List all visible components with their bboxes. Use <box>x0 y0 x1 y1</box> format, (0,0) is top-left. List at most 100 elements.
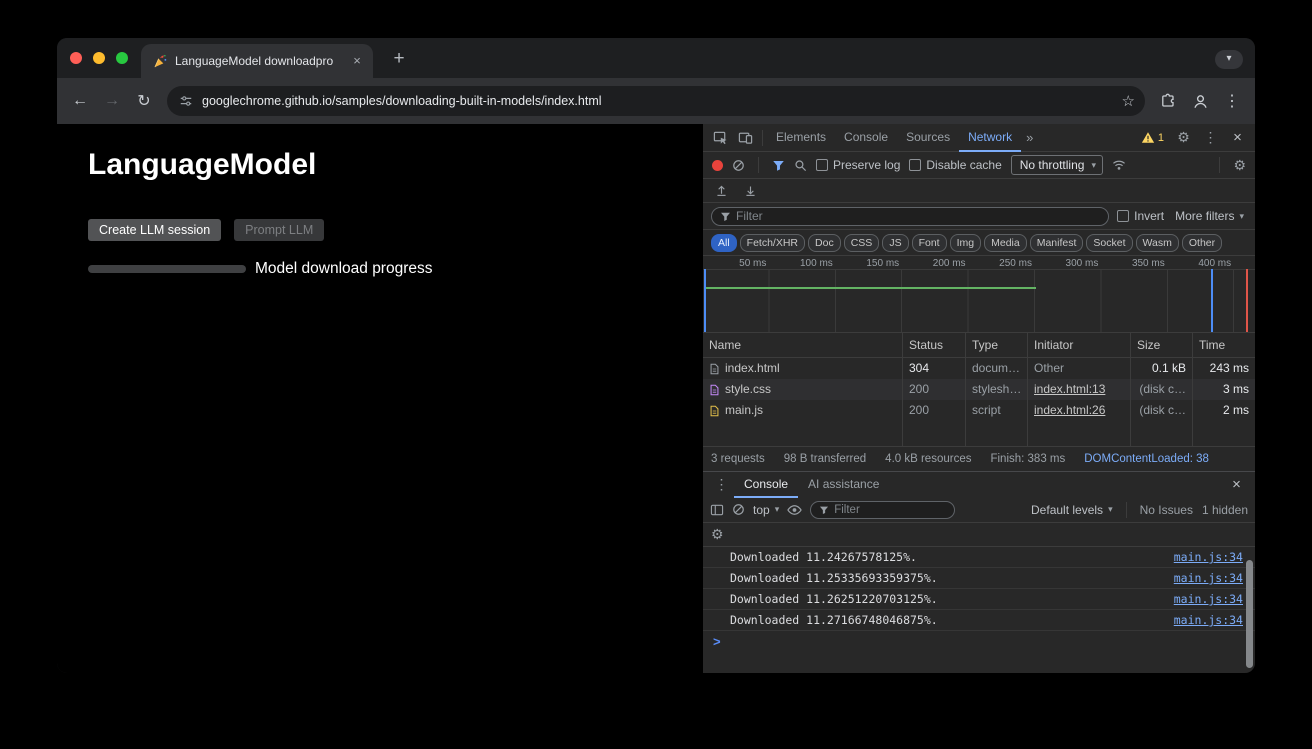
column-name[interactable]: Name <box>703 333 903 357</box>
drawer-tab-ai-assistance[interactable]: AI assistance <box>798 472 889 498</box>
issues-counter[interactable]: No Issues <box>1140 503 1193 517</box>
source-link[interactable]: main.js:34 <box>1174 547 1243 567</box>
tab-search-chevron-icon[interactable]: ▾ <box>1215 50 1243 69</box>
console-sidebar-icon[interactable] <box>710 504 724 516</box>
new-tab-button[interactable]: + <box>387 47 411 71</box>
browser-menu-kebab-icon[interactable]: ⋮ <box>1217 86 1247 116</box>
chip-socket[interactable]: Socket <box>1086 234 1132 252</box>
filter-funnel-icon[interactable] <box>772 159 785 172</box>
network-filter-input[interactable] <box>736 209 1100 223</box>
network-conditions-icon[interactable] <box>1112 159 1126 171</box>
close-window-button[interactable] <box>70 52 82 64</box>
invert-checkbox[interactable] <box>1117 210 1129 222</box>
preserve-log-checkbox[interactable] <box>816 159 828 171</box>
chip-other[interactable]: Other <box>1182 234 1222 252</box>
address-bar[interactable]: googlechrome.github.io/samples/downloadi… <box>167 86 1145 116</box>
drawer-close-icon[interactable]: × <box>1224 472 1249 497</box>
devtools-close-icon[interactable]: × <box>1225 125 1250 150</box>
record-network-log-icon[interactable] <box>712 160 723 171</box>
network-settings-gear-icon[interactable]: ⚙ <box>1233 157 1246 174</box>
initiator-link[interactable]: index.html:26 <box>1034 403 1105 417</box>
create-llm-session-button[interactable]: Create LLM session <box>88 219 221 241</box>
chip-css[interactable]: CSS <box>844 234 880 252</box>
inspect-element-icon[interactable] <box>708 125 733 150</box>
warning-badge[interactable]: 1 <box>1136 131 1169 144</box>
chip-all[interactable]: All <box>711 234 737 252</box>
back-icon[interactable]: ← <box>65 86 95 116</box>
search-icon[interactable] <box>794 159 807 172</box>
scrollbar-thumb[interactable] <box>1246 560 1253 668</box>
console-settings-gear-icon[interactable]: ⚙ <box>711 526 724 543</box>
table-row[interactable]: style.css 200 stylesh… index.html:13 (di… <box>703 379 1255 400</box>
bookmark-star-icon[interactable]: ☆ <box>1122 92 1135 110</box>
column-status[interactable]: Status <box>903 333 966 357</box>
chip-js[interactable]: JS <box>882 234 908 252</box>
column-size[interactable]: Size <box>1131 333 1193 357</box>
har-toolbar <box>703 179 1255 203</box>
table-row[interactable]: index.html 304 docum… Other 0.1 kB 243 m… <box>703 358 1255 379</box>
devtools-menu-kebab-icon[interactable]: ⋮ <box>1198 125 1223 150</box>
prompt-llm-button[interactable]: Prompt LLM <box>234 219 324 241</box>
minimize-window-button[interactable] <box>93 52 105 64</box>
tab-sources[interactable]: Sources <box>897 124 959 152</box>
source-link[interactable]: main.js:34 <box>1174 589 1243 609</box>
tab-console[interactable]: Console <box>835 124 897 152</box>
export-har-icon[interactable] <box>738 178 763 203</box>
clear-network-log-icon[interactable] <box>732 159 745 172</box>
chip-media[interactable]: Media <box>984 234 1027 252</box>
column-time[interactable]: Time <box>1193 333 1255 357</box>
maximize-window-button[interactable] <box>116 52 128 64</box>
chip-font[interactable]: Font <box>912 234 947 252</box>
initiator-link[interactable]: index.html:13 <box>1034 382 1105 396</box>
tab-network[interactable]: Network <box>959 124 1021 152</box>
throttling-value: No throttling <box>1020 158 1085 172</box>
preserve-log-label: Preserve log <box>833 158 900 172</box>
source-link[interactable]: main.js:34 <box>1174 568 1243 588</box>
drawer-tab-console[interactable]: Console <box>734 472 798 498</box>
tab-close-icon[interactable]: × <box>349 53 365 69</box>
console-filter-box[interactable] <box>810 501 955 519</box>
console-log-row: Downloaded 11.27166748046875%. main.js:3… <box>703 610 1255 631</box>
devtools-settings-gear-icon[interactable]: ⚙ <box>1171 125 1196 150</box>
network-overview-timeline[interactable]: 50 ms 100 ms 150 ms 200 ms 250 ms 300 ms… <box>703 256 1255 333</box>
load-event-marker <box>1246 269 1248 332</box>
web-page: LanguageModel Create LLM session Prompt … <box>57 124 703 673</box>
network-filter-box[interactable] <box>711 207 1109 226</box>
finish-time: Finish: 383 ms <box>990 453 1065 465</box>
log-levels-select[interactable]: Default levels ▾ <box>1031 503 1113 517</box>
context-selector[interactable]: top ▾ <box>753 503 779 517</box>
table-row[interactable]: main.js 200 script index.html:26 (disk c… <box>703 400 1255 421</box>
column-initiator[interactable]: Initiator <box>1028 333 1131 357</box>
chip-doc[interactable]: Doc <box>808 234 841 252</box>
clear-console-icon[interactable] <box>732 503 745 516</box>
console-filter-input[interactable] <box>834 504 946 516</box>
live-expression-eye-icon[interactable] <box>787 504 802 516</box>
profile-avatar-icon[interactable] <box>1185 86 1215 116</box>
chip-fetch-xhr[interactable]: Fetch/XHR <box>740 234 805 252</box>
more-tabs-icon[interactable]: » <box>1021 130 1038 145</box>
tab-elements[interactable]: Elements <box>767 124 835 152</box>
filter-funnel-small-icon <box>720 211 731 222</box>
throttling-select[interactable]: No throttling ▾ <box>1011 155 1103 175</box>
chip-manifest[interactable]: Manifest <box>1030 234 1084 252</box>
more-filters-button[interactable]: More filters ▾ <box>1172 209 1247 223</box>
extensions-puzzle-icon[interactable] <box>1153 86 1183 116</box>
console-prompt[interactable]: > <box>703 631 1255 653</box>
forward-icon[interactable]: → <box>97 86 127 116</box>
device-toolbar-icon[interactable] <box>733 125 758 150</box>
chip-wasm[interactable]: Wasm <box>1136 234 1179 252</box>
chip-img[interactable]: Img <box>950 234 982 252</box>
source-link[interactable]: main.js:34 <box>1174 610 1243 630</box>
console-log-row: Downloaded 11.26251220703125%. main.js:3… <box>703 589 1255 610</box>
network-table-body: index.html 304 docum… Other 0.1 kB 243 m… <box>703 358 1255 421</box>
browser-tab[interactable]: LanguageModel downloadpro × <box>141 44 373 78</box>
drawer-menu-kebab-icon[interactable]: ⋮ <box>709 472 734 497</box>
import-har-icon[interactable] <box>709 178 734 203</box>
reload-icon[interactable]: ↻ <box>129 86 159 116</box>
overview-request-bar <box>705 287 1036 289</box>
site-settings-tune-icon[interactable] <box>179 94 193 108</box>
column-type[interactable]: Type <box>966 333 1028 357</box>
disable-cache-checkbox[interactable] <box>909 159 921 171</box>
timeline-grid <box>703 269 1255 332</box>
chevron-down-icon: ▾ <box>775 504 780 515</box>
